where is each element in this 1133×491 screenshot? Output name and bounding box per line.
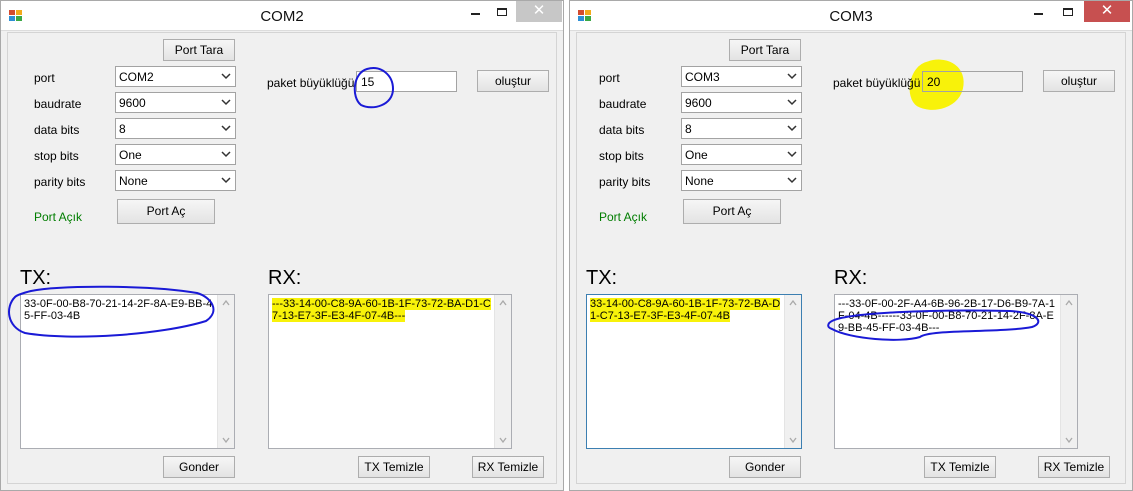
scroll-up-icon[interactable]	[1065, 300, 1073, 306]
scroll-down-icon[interactable]	[222, 437, 230, 443]
data-bits-select[interactable]: 8	[115, 118, 236, 139]
scroll-down-icon[interactable]	[1065, 437, 1073, 443]
tx-clear-button[interactable]: TX Temizle	[358, 456, 430, 478]
parity-bits-select[interactable]: None	[681, 170, 802, 191]
chevron-down-icon[interactable]	[220, 148, 232, 161]
port-label: port	[34, 71, 55, 85]
rx-scrollbar[interactable]	[494, 295, 511, 448]
tx-label: TX:	[20, 267, 52, 289]
rx-scrollbar[interactable]	[1060, 295, 1077, 448]
tx-label: TX:	[586, 267, 618, 289]
chevron-down-icon[interactable]	[220, 96, 232, 109]
com3-window: COM3 ✕ Port Tara port baudrate data bits…	[569, 0, 1133, 491]
rx-text-wrap: ---33-0F-00-2F-A4-6B-96-2B-17-D6-B9-7A-1…	[838, 298, 1059, 334]
send-button[interactable]: Gonder	[163, 456, 235, 478]
rx-text-wrap: ---33-14-00-C8-9A-60-1B-1F-73-72-BA-D1-C…	[272, 298, 493, 322]
port-status-label: Port Açık	[34, 210, 83, 224]
maximize-icon[interactable]	[488, 1, 516, 22]
parity-bits-label: parity bits	[34, 175, 86, 189]
chevron-down-icon[interactable]	[786, 96, 798, 109]
tx-textbox[interactable]: 33-14-00-C8-9A-60-1B-1F-73-72-BA-D1-C7-1…	[586, 294, 802, 449]
port-scan-button[interactable]: Port Tara	[163, 39, 235, 61]
com2-window: COM2 ✕ Port Tara port baudrate data bits…	[0, 0, 564, 491]
port-value: COM2	[119, 70, 154, 84]
rx-clear-button[interactable]: RX Temizle	[472, 456, 544, 478]
tx-text-wrap: 33-14-00-C8-9A-60-1B-1F-73-72-BA-D1-C7-1…	[590, 298, 783, 322]
chevron-down-icon[interactable]	[220, 122, 232, 135]
packet-size-label: paket büyüklüğü	[833, 76, 921, 90]
packet-size-value: 15	[361, 75, 375, 89]
minimize-icon[interactable]	[461, 1, 489, 22]
chevron-down-icon[interactable]	[220, 70, 232, 83]
packet-size-input[interactable]: 15	[356, 71, 457, 92]
port-select[interactable]: COM2	[115, 66, 236, 87]
baudrate-value: 9600	[119, 96, 146, 110]
rx-label: RX:	[834, 267, 868, 289]
rx-clear-button[interactable]: RX Temizle	[1038, 456, 1110, 478]
tx-text: 33-14-00-C8-9A-60-1B-1F-73-72-BA-D1-C7-1…	[590, 298, 781, 322]
create-button[interactable]: oluştur	[477, 70, 549, 92]
tx-textbox[interactable]: 33-0F-00-B8-70-21-14-2F-8A-E9-BB-45-FF-0…	[20, 294, 235, 449]
data-bits-value: 8	[685, 122, 692, 136]
chevron-down-icon[interactable]	[786, 70, 798, 83]
tx-scrollbar[interactable]	[784, 295, 801, 448]
port-value: COM3	[685, 70, 720, 84]
stop-bits-value: One	[685, 148, 708, 162]
baudrate-select[interactable]: 9600	[681, 92, 802, 113]
stop-bits-label: stop bits	[599, 149, 644, 163]
port-status-label: Port Açık	[599, 210, 648, 224]
parity-bits-select[interactable]: None	[115, 170, 236, 191]
port-open-button[interactable]: Port Aç	[683, 199, 781, 224]
stop-bits-select[interactable]: One	[115, 144, 236, 165]
chevron-down-icon[interactable]	[786, 122, 798, 135]
packet-size-input[interactable]: 20	[922, 71, 1023, 92]
tx-text: 33-0F-00-B8-70-21-14-2F-8A-E9-BB-45-FF-0…	[24, 298, 213, 322]
packet-size-value: 20	[927, 75, 941, 89]
baudrate-value: 9600	[685, 96, 712, 110]
port-open-button[interactable]: Port Aç	[117, 199, 215, 224]
close-icon[interactable]: ✕	[1084, 1, 1130, 22]
minimize-icon[interactable]	[1024, 1, 1052, 22]
chevron-down-icon[interactable]	[786, 174, 798, 187]
maximize-icon[interactable]	[1054, 1, 1082, 22]
packet-size-label: paket büyüklüğü	[267, 76, 355, 90]
send-button[interactable]: Gonder	[729, 456, 801, 478]
chevron-down-icon[interactable]	[220, 174, 232, 187]
stop-bits-label: stop bits	[34, 149, 79, 163]
close-icon[interactable]: ✕	[516, 1, 562, 22]
rx-textbox[interactable]: ---33-14-00-C8-9A-60-1B-1F-73-72-BA-D1-C…	[268, 294, 512, 449]
parity-bits-label: parity bits	[599, 175, 651, 189]
title-bar[interactable]: COM3 ✕	[570, 1, 1132, 31]
port-label: port	[599, 71, 620, 85]
scroll-down-icon[interactable]	[789, 437, 797, 443]
data-bits-label: data bits	[34, 123, 80, 137]
tx-scrollbar[interactable]	[217, 295, 234, 448]
scroll-up-icon[interactable]	[789, 300, 797, 306]
scroll-up-icon[interactable]	[222, 300, 230, 306]
baudrate-select[interactable]: 9600	[115, 92, 236, 113]
port-select[interactable]: COM3	[681, 66, 802, 87]
create-button[interactable]: oluştur	[1043, 70, 1115, 92]
rx-label: RX:	[268, 267, 302, 289]
port-scan-button[interactable]: Port Tara	[729, 39, 801, 61]
chevron-down-icon[interactable]	[786, 148, 798, 161]
scroll-down-icon[interactable]	[499, 437, 507, 443]
parity-bits-value: None	[685, 174, 714, 188]
baudrate-label: baudrate	[599, 97, 647, 111]
tx-clear-button[interactable]: TX Temizle	[924, 456, 996, 478]
data-bits-select[interactable]: 8	[681, 118, 802, 139]
baudrate-label: baudrate	[34, 97, 82, 111]
scroll-up-icon[interactable]	[499, 300, 507, 306]
title-bar[interactable]: COM2 ✕	[1, 1, 563, 31]
stop-bits-select[interactable]: One	[681, 144, 802, 165]
parity-bits-value: None	[119, 174, 148, 188]
data-bits-value: 8	[119, 122, 126, 136]
rx-text: ---33-14-00-C8-9A-60-1B-1F-73-72-BA-D1-C…	[272, 298, 491, 322]
data-bits-label: data bits	[599, 123, 645, 137]
stop-bits-value: One	[119, 148, 142, 162]
rx-textbox[interactable]: ---33-0F-00-2F-A4-6B-96-2B-17-D6-B9-7A-1…	[834, 294, 1078, 449]
